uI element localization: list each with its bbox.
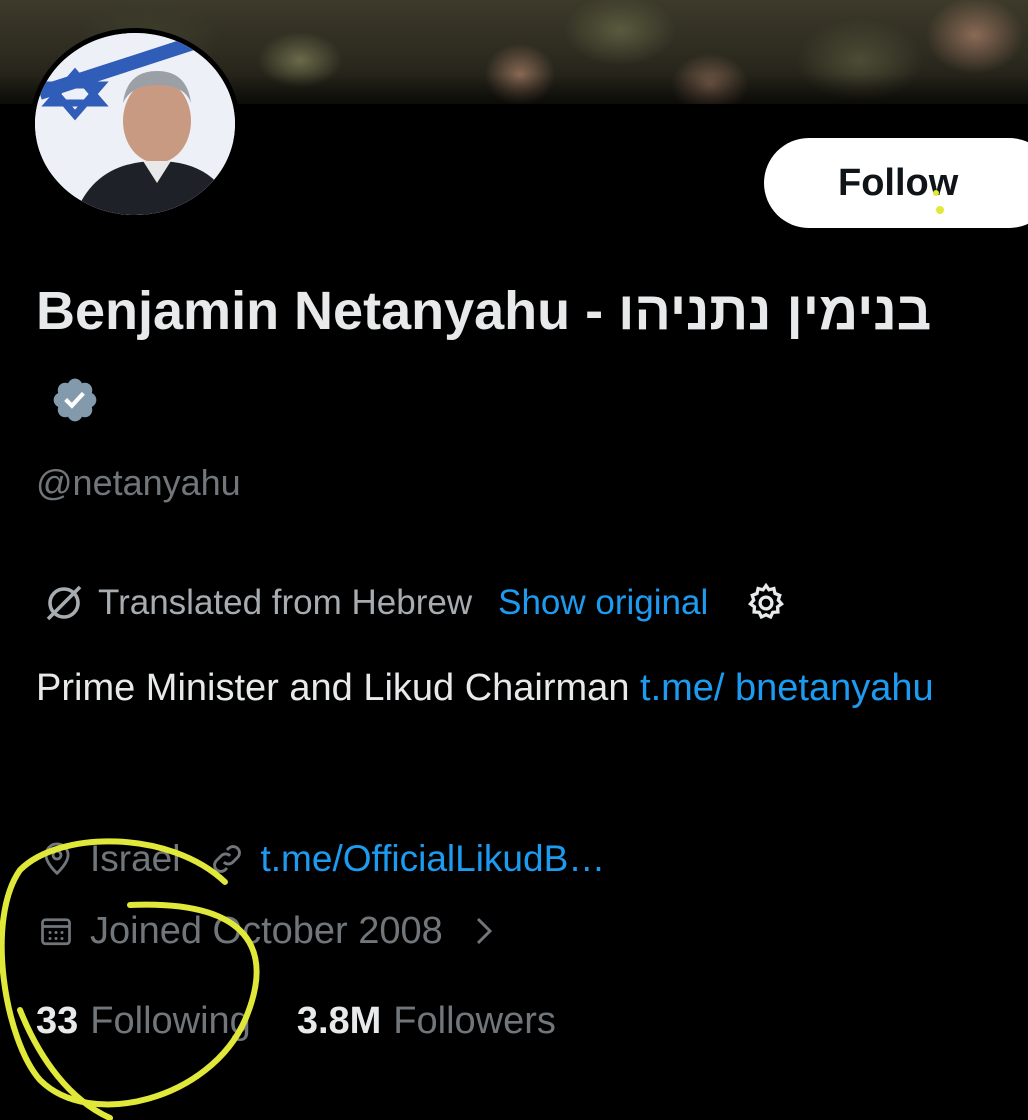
bio-text: Prime Minister and Likud Chairman: [36, 667, 641, 709]
show-original-link[interactable]: Show original: [498, 583, 708, 623]
joined-text: Joined October 2008: [90, 909, 443, 952]
chevron-right-icon: [476, 917, 492, 945]
translate-icon: [46, 585, 82, 621]
following-label: Following: [90, 999, 251, 1042]
following-count: 33: [36, 999, 79, 1042]
translation-notice: Translated from Hebrew Show original: [40, 578, 788, 628]
translation-label: Translated from Hebrew: [98, 583, 473, 622]
followers-label: Followers: [393, 999, 556, 1042]
calendar-icon: [41, 918, 71, 946]
profile-handle: @netanyahu: [36, 462, 241, 503]
location-text: Israel: [90, 838, 181, 879]
avatar[interactable]: [30, 28, 240, 220]
profile-name: Benjamin Netanyahu - בנימין נתניהו: [36, 266, 936, 446]
following-stat[interactable]: 33 Following: [36, 1000, 251, 1043]
location-icon: [44, 842, 70, 876]
profile-bio: Prime Minister and Likud Chairman t.me/ …: [36, 660, 936, 716]
joined-row[interactable]: Joined October 2008: [38, 904, 499, 958]
link-icon: [213, 845, 242, 873]
bio-link[interactable]: t.me/ bnetanyahu: [640, 667, 934, 709]
gear-icon[interactable]: [744, 581, 788, 625]
profile-name-text: Benjamin Netanyahu - בנימין נתניהו: [36, 281, 932, 341]
website-link[interactable]: t.me/OfficialLikudB…: [260, 838, 605, 880]
verified-badge-icon[interactable]: [50, 375, 100, 425]
followers-count: 3.8M: [296, 999, 382, 1042]
follow-button[interactable]: Follow: [764, 138, 1028, 228]
follow-stats: 33 Following 3.8M Followers: [36, 994, 556, 1048]
profile-meta-row: Israel t.me/OfficialLikudB…: [38, 832, 605, 886]
followers-stat[interactable]: 3.8M Followers: [297, 1000, 556, 1043]
